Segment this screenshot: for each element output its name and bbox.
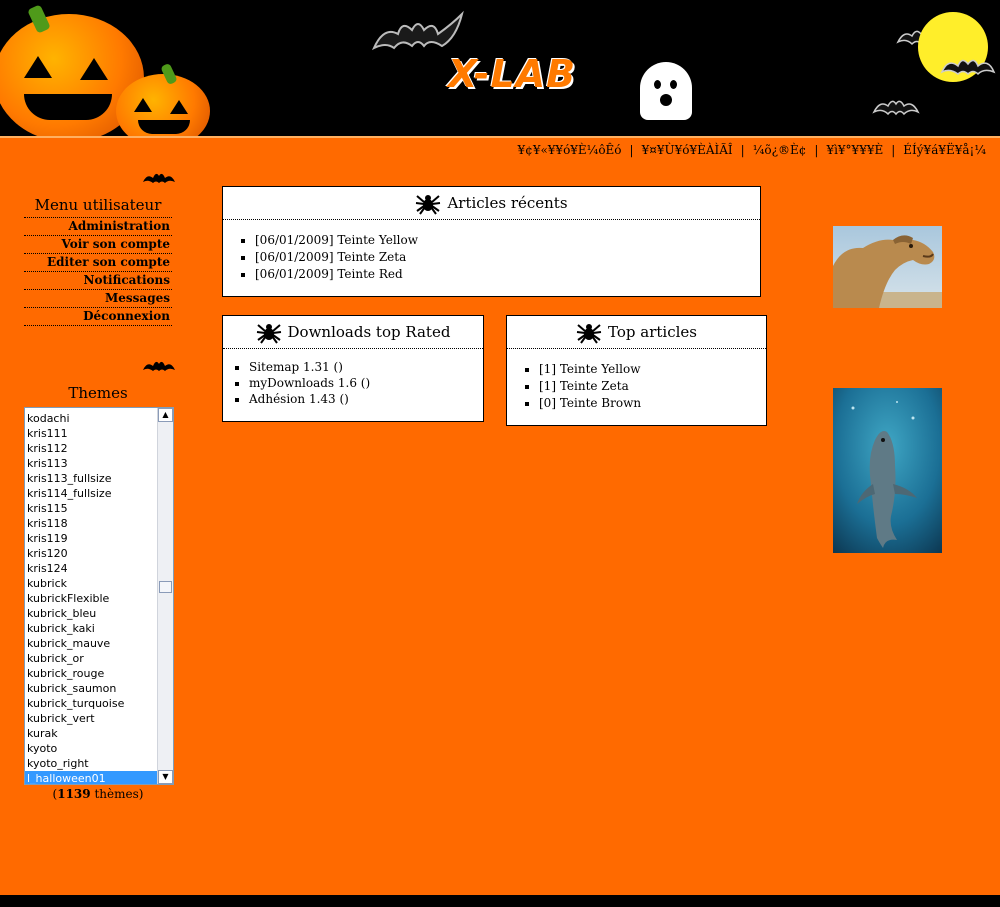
site-header: X-LAB <box>0 0 1000 136</box>
theme-select-list[interactable]: kodachi kris111 kris112 kris113 kris113_full… <box>24 407 174 785</box>
spider-icon <box>256 324 281 344</box>
topnav-separator: | <box>740 143 745 157</box>
theme-option[interactable]: kubrickFlexible <box>25 591 158 606</box>
bat-icon <box>940 59 996 76</box>
top-articles-list: [1] Teinte Yellow [1] Teinte Zeta [0] Te… <box>507 361 766 412</box>
theme-option[interactable]: kris124 <box>25 561 158 576</box>
site-logo[interactable]: X-LAB <box>448 52 576 96</box>
list-item[interactable]: [1] Teinte Yellow <box>539 361 766 378</box>
theme-option[interactable]: kubrick_vert <box>25 711 158 726</box>
top-navigation: ¥¢¥«¥¥ó¥È¼ôÊó | ¥¤¥Ù¥ó¥ÈÀÌÃÎ | ¼õ¿®È¢ | ¥ì¥°¥¥… <box>518 143 986 157</box>
messages-link[interactable]: Messages <box>105 291 170 305</box>
topnav-separator: | <box>814 143 819 157</box>
theme-option[interactable]: kris120 <box>25 546 158 561</box>
topnav-link[interactable]: ¥¢¥«¥¥ó¥È¼ôÊó <box>518 143 622 157</box>
list-item[interactable]: [06/01/2009] Teinte Yellow <box>255 232 760 249</box>
notifications-link[interactable]: Notifications <box>84 273 170 287</box>
theme-option[interactable]: kubrick_saumon <box>25 681 158 696</box>
dolphin-photo[interactable] <box>833 388 942 553</box>
user-menu-item: Editer son compte <box>24 254 172 272</box>
topnav-separator: | <box>891 143 896 157</box>
theme-option[interactable]: kubrick_bleu <box>25 606 158 621</box>
view-account-link[interactable]: Voir son compte <box>61 237 170 251</box>
theme-option[interactable]: kris112 <box>25 441 158 456</box>
scroll-up-button[interactable]: ▲ <box>158 408 173 422</box>
theme-option[interactable]: kris115 <box>25 501 158 516</box>
theme-list-scrollbar[interactable]: ▲ ▼ <box>157 408 173 784</box>
left-sidebar: Menu utilisateur Administration Voir son… <box>24 168 175 801</box>
camel-photo[interactable] <box>833 226 942 308</box>
themes-title: Themes <box>68 384 128 402</box>
topnav-link[interactable]: ÉÍý¥á¥Ë¥å¡¼ <box>903 143 986 157</box>
list-item[interactable]: [0] Teinte Brown <box>539 395 766 412</box>
top-articles-panel: Top articles [1] Teinte Yellow [1] Teint… <box>506 315 767 426</box>
list-item[interactable]: [1] Teinte Zeta <box>539 378 766 395</box>
user-menu-item: Messages <box>24 290 172 308</box>
theme-option[interactable]: kubrick_rouge <box>25 666 158 681</box>
theme-option[interactable]: kubrick_turquoise <box>25 696 158 711</box>
list-item[interactable]: Sitemap 1.31 () <box>249 359 483 375</box>
downloads-top-title: Downloads top Rated <box>287 323 451 341</box>
theme-option[interactable]: kubrick_mauve <box>25 636 158 651</box>
bat-icon <box>143 361 175 371</box>
theme-option[interactable]: kubrick_kaki <box>25 621 158 636</box>
bat-icon <box>872 100 920 116</box>
administration-link[interactable]: Administration <box>69 219 170 233</box>
top-articles-title: Top articles <box>608 323 697 341</box>
topnav-link[interactable]: ¼õ¿®È¢ <box>753 143 807 157</box>
downloads-top-rated-panel: Downloads top Rated Sitemap 1.31 () myDo… <box>222 315 484 422</box>
user-menu-item: Notifications <box>24 272 172 290</box>
theme-option[interactable]: kubrick_or <box>25 651 158 666</box>
theme-count-number: 1139 <box>57 787 91 801</box>
edit-account-link[interactable]: Editer son compte <box>47 255 170 269</box>
theme-option[interactable]: kyoto_right <box>25 756 158 771</box>
recent-articles-title: Articles récents <box>447 194 568 212</box>
user-menu-title: Menu utilisateur <box>24 196 172 218</box>
user-menu-item: Déconnexion <box>24 308 172 326</box>
theme-option[interactable]: kris114_fullsize <box>25 486 158 501</box>
logout-link[interactable]: Déconnexion <box>83 309 170 323</box>
user-menu-item: Voir son compte <box>24 236 172 254</box>
pumpkin-decoration <box>116 62 210 136</box>
theme-option[interactable]: kris119 <box>25 531 158 546</box>
user-menu: Administration Voir son compte Editer so… <box>24 218 172 326</box>
ghost-decoration <box>640 62 692 120</box>
header-divider <box>0 136 1000 138</box>
spider-icon <box>416 195 441 215</box>
theme-option[interactable]: kris111 <box>25 426 158 441</box>
footer-bar <box>0 895 1000 907</box>
topnav-link[interactable]: ¥¤¥Ù¥ó¥ÈÀÌÃÎ <box>642 143 733 157</box>
theme-option[interactable]: kubrick <box>25 576 158 591</box>
theme-options[interactable]: kodachi kris111 kris112 kris113 kris113_full… <box>25 411 158 784</box>
topnav-link[interactable]: ¥ì¥°¥¥¥È <box>826 143 883 157</box>
theme-option[interactable]: kodachi <box>25 411 158 426</box>
theme-option[interactable]: kris113_fullsize <box>25 471 158 486</box>
theme-option[interactable]: kyoto <box>25 741 158 756</box>
theme-option[interactable]: kris113 <box>25 456 158 471</box>
scroll-down-button[interactable]: ▼ <box>158 770 173 784</box>
recent-articles-list: [06/01/2009] Teinte Yellow [06/01/2009] … <box>223 232 760 283</box>
scroll-thumb[interactable] <box>159 581 172 593</box>
bat-icon <box>143 173 175 183</box>
recent-articles-panel: Articles récents [06/01/2009] Teinte Yel… <box>222 186 761 297</box>
panel-header: Top articles <box>507 316 766 349</box>
list-item[interactable]: [06/01/2009] Teinte Zeta <box>255 249 760 266</box>
topnav-separator: | <box>629 143 634 157</box>
panel-header: Articles récents <box>223 187 760 220</box>
user-menu-item: Administration <box>24 218 172 236</box>
list-item[interactable]: [06/01/2009] Teinte Red <box>255 266 760 283</box>
spider-icon <box>576 324 602 344</box>
theme-option[interactable]: kris118 <box>25 516 158 531</box>
panel-header: Downloads top Rated <box>223 316 483 349</box>
list-item[interactable]: Adhésion 1.43 () <box>249 391 483 407</box>
theme-count: (1139 thèmes) <box>52 787 144 801</box>
downloads-list: Sitemap 1.31 () myDownloads 1.6 () Adhés… <box>223 359 483 407</box>
theme-option[interactable]: l_halloween01 <box>25 771 158 784</box>
list-item[interactable]: myDownloads 1.6 () <box>249 375 483 391</box>
theme-option[interactable]: kurak <box>25 726 158 741</box>
